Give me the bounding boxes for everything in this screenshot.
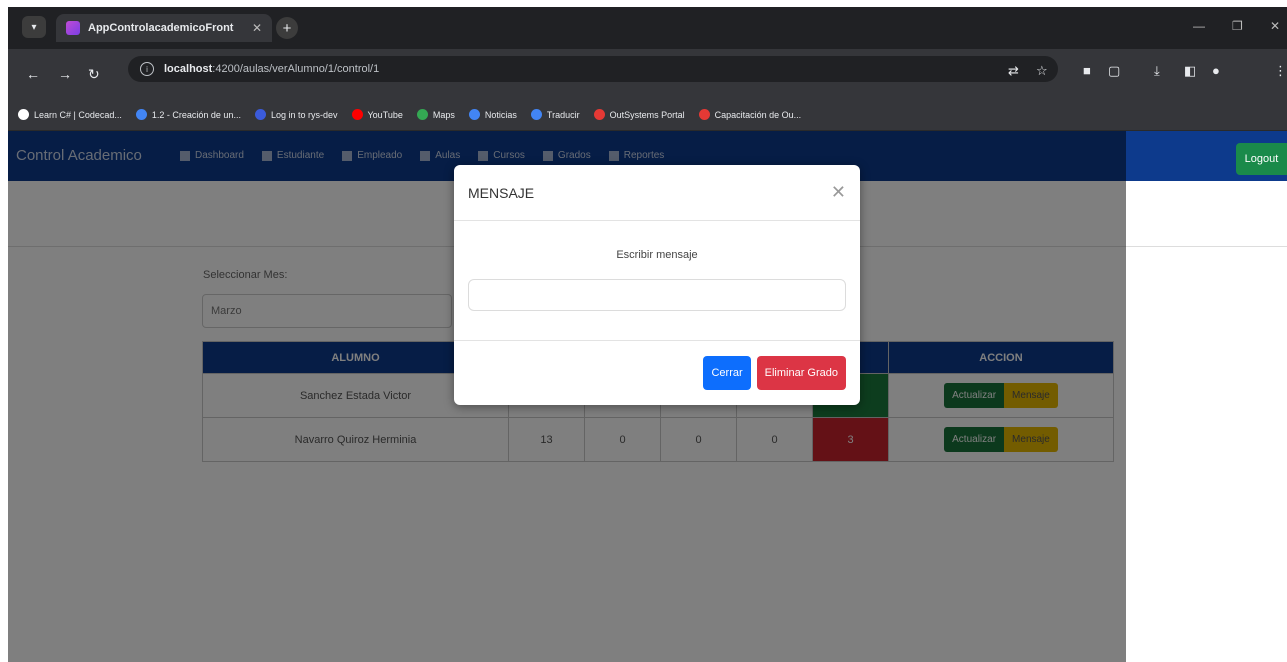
new-tab-button[interactable]: + — [276, 17, 298, 39]
translate-icon[interactable]: ⇄ — [1008, 63, 1019, 79]
translate-icon — [530, 109, 542, 120]
bookmark-7[interactable]: OutSystems Portal — [593, 109, 685, 120]
modal-title: MENSAJE — [468, 184, 535, 201]
modal-header: MENSAJE ✕ — [454, 165, 860, 221]
close-window-icon[interactable]: ✕ — [1270, 19, 1280, 33]
bookmark-3[interactable]: YouTube — [351, 109, 403, 120]
bookmark-1[interactable]: 1.2 - Creación de un... — [135, 109, 241, 120]
minimize-icon[interactable]: — — [1193, 19, 1205, 33]
reload-icon[interactable]: ↻ — [88, 66, 100, 83]
close-tab-icon[interactable]: ✕ — [252, 21, 262, 35]
tab-search-icon[interactable]: ▾ — [22, 16, 46, 38]
message-prompt: Escribir mensaje — [616, 249, 698, 261]
bookmark-label: OutSystems Portal — [609, 109, 685, 120]
tab-strip: ▾ AppControlacademicoFront ✕ + — ❐ ✕ — [8, 7, 1287, 49]
bookmark-label: YouTube — [367, 109, 403, 120]
bookmark-icon — [18, 109, 29, 120]
favicon-icon — [66, 21, 80, 35]
bookmark-8[interactable]: Capacitación de Ou... — [698, 109, 802, 120]
message-modal: MENSAJE ✕ Escribir mensaje Cerrar Elimin… — [454, 165, 860, 405]
menu-kebab-icon[interactable]: ⋮ — [1274, 63, 1287, 79]
back-icon[interactable]: ← — [26, 66, 40, 82]
bookmark-5[interactable]: Noticias — [468, 109, 517, 120]
site-info-icon[interactable]: i — [140, 62, 154, 76]
bookmark-star-icon[interactable]: ☆ — [1036, 63, 1048, 79]
news-icon — [468, 109, 480, 120]
url-path: :4200/aulas/verAlumno/1/control/1 — [212, 63, 380, 75]
bookmark-label: Learn C# | Codecad... — [34, 109, 122, 120]
bookmark-label: Traducir — [546, 109, 580, 120]
extensions-puzzle-icon[interactable]: ▢ — [1108, 63, 1120, 79]
bookmark-6[interactable]: Traducir — [530, 109, 580, 120]
bookmark-label: Noticias — [484, 109, 517, 120]
browser-tab[interactable]: AppControlacademicoFront ✕ — [56, 14, 272, 42]
close-button[interactable]: Cerrar — [703, 356, 751, 390]
outsystems-icon — [698, 109, 710, 120]
bookmark-2[interactable]: Log in to rys-dev — [254, 109, 338, 120]
outsystems-icon — [593, 109, 605, 120]
bookmark-icon — [254, 109, 266, 120]
message-input[interactable] — [468, 279, 846, 311]
right-panel — [1126, 131, 1287, 662]
modal-footer: Cerrar Eliminar Grado — [454, 341, 860, 405]
maximize-icon[interactable]: ❐ — [1232, 19, 1243, 33]
bookmarks-bar: Learn C# | Codecad... 1.2 - Creación de … — [8, 99, 1287, 131]
delete-grade-button[interactable]: Eliminar Grado — [756, 356, 846, 390]
bookmark-label: Capacitación de Ou... — [714, 109, 802, 120]
forward-icon[interactable]: → — [58, 66, 72, 82]
address-toolbar: ← → ↻ i localhost :4200/aulas/verAlumno/… — [8, 49, 1287, 99]
bookmark-0[interactable]: Learn C# | Codecad... — [18, 109, 122, 120]
profile-avatar-icon[interactable]: ● — [1212, 63, 1220, 78]
maps-icon — [416, 109, 428, 120]
tab-title: AppControlacademicoFront — [88, 22, 234, 34]
address-bar[interactable]: i localhost :4200/aulas/verAlumno/1/cont… — [128, 56, 1058, 82]
download-icon[interactable]: ⤓ — [1154, 63, 1160, 79]
sidepanel-icon[interactable]: ◧ — [1184, 63, 1196, 79]
browser-window: ▾ AppControlacademicoFront ✕ + — ❐ ✕ ← →… — [8, 7, 1287, 662]
modal-body: Escribir mensaje — [454, 221, 860, 341]
bookmark-4[interactable]: Maps — [416, 109, 455, 120]
youtube-icon — [351, 109, 363, 120]
bookmark-label: Maps — [432, 109, 455, 120]
url-host: localhost — [164, 63, 213, 75]
bookmark-icon — [135, 109, 147, 120]
bookmark-label: 1.2 - Creación de un... — [151, 109, 241, 120]
close-icon[interactable]: ✕ — [831, 182, 846, 203]
extension-icon[interactable]: ■ — [1083, 63, 1091, 78]
bookmark-label: Log in to rys-dev — [270, 109, 338, 120]
web-page: Control Academico Dashboard Estudiante E… — [8, 131, 1287, 662]
